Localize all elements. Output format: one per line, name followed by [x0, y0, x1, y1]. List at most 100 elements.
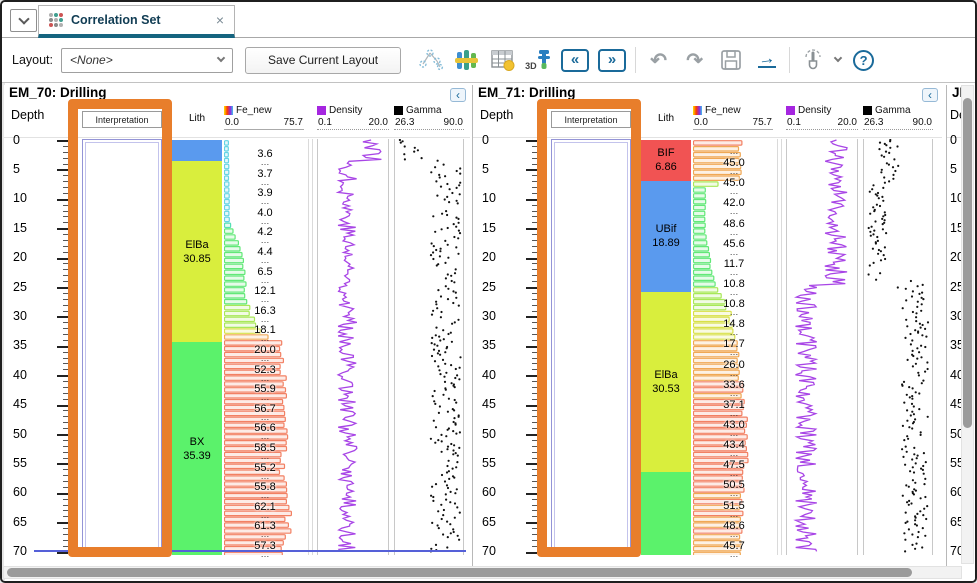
- depth-tick: [526, 522, 537, 524]
- depth-tick: [57, 405, 68, 407]
- depth-tick: [532, 263, 537, 264]
- value-separator-dots: …: [729, 189, 738, 194]
- track-separator: [308, 139, 309, 555]
- lith-interval-label: ElBa30.53: [652, 368, 680, 396]
- lith-track[interactable]: BIF6.86UBif18.89 ElBa30.53: [641, 139, 691, 555]
- depth-tick: [57, 552, 68, 554]
- pointer-mode-button[interactable]: [799, 48, 826, 73]
- lith-interval[interactable]: UBif18.89: [641, 181, 691, 292]
- redo-button[interactable]: ↷: [681, 48, 708, 73]
- depth-tick: [532, 334, 537, 335]
- question-mark-icon: ?: [853, 50, 874, 71]
- fe-new-value: 10.8…: [723, 279, 744, 295]
- interpretation-column-header[interactable]: Interpretation: [551, 111, 631, 128]
- fe-new-value: 4.2…: [257, 227, 272, 243]
- depth-tick: [532, 387, 537, 388]
- value-separator-dots: …: [260, 356, 269, 361]
- help-button[interactable]: ?: [850, 48, 877, 73]
- undo-button[interactable]: ↶: [645, 48, 672, 73]
- depth-tick: [532, 240, 537, 241]
- track-separator: [312, 139, 313, 555]
- lith-interval[interactable]: ElBa30.85: [172, 161, 222, 342]
- depth-tick: [63, 181, 68, 182]
- lith-interval[interactable]: BIF6.86: [641, 140, 691, 181]
- lith-interval[interactable]: [172, 140, 222, 161]
- save-current-layout-button[interactable]: Save Current Layout: [245, 47, 401, 74]
- depth-tick: [63, 487, 68, 488]
- tab-list-button[interactable]: [10, 9, 37, 32]
- depth-tick: [526, 463, 537, 465]
- depth-tick: [532, 352, 537, 353]
- previous-wells-button[interactable]: «: [561, 49, 589, 72]
- density-track[interactable]: [317, 139, 389, 555]
- depth-tick: [63, 505, 68, 506]
- lith-interval-label: BX35.39: [183, 435, 211, 463]
- value-separator-dots: …: [729, 209, 738, 214]
- lith-interval[interactable]: ElBa30.53: [641, 292, 691, 473]
- density-track[interactable]: [786, 139, 858, 555]
- value-separator-dots: …: [729, 451, 738, 456]
- depth-tick: [63, 369, 68, 370]
- depth-tick: [532, 358, 537, 359]
- horizontal-scrollbar[interactable]: [3, 566, 962, 579]
- depth-tick: [526, 375, 537, 377]
- vertical-scrollbar[interactable]: [961, 85, 974, 564]
- lith-column-header: Lith: [641, 113, 691, 124]
- fe-new-value: 12.1…: [254, 286, 275, 302]
- tab-correlation-set[interactable]: Correlation Set ×: [38, 5, 235, 38]
- interpretation-track[interactable]: [82, 139, 162, 555]
- gamma-legend: Gamma 26.390.0: [394, 104, 464, 130]
- collapse-panel-button[interactable]: ‹: [922, 88, 938, 102]
- fe-new-value: 3.9…: [257, 188, 272, 204]
- depth-tick: [63, 222, 68, 223]
- lith-track[interactable]: ElBa30.85 BX35.39: [172, 139, 222, 555]
- interpretation-track[interactable]: [551, 139, 631, 555]
- chevron-down-icon: [217, 54, 225, 62]
- collapse-panel-button[interactable]: ‹: [450, 88, 466, 102]
- export-button[interactable]: →: [753, 48, 780, 73]
- gamma-swatch-icon: [863, 106, 872, 115]
- tab-close-icon[interactable]: ×: [216, 13, 224, 27]
- lith-interval[interactable]: BX35.39: [172, 342, 222, 555]
- save-button[interactable]: [717, 48, 744, 73]
- depth-tick: [63, 428, 68, 429]
- value-separator-dots: …: [729, 371, 738, 376]
- value-separator-dots: …: [260, 317, 269, 322]
- depth-tick: [63, 458, 68, 459]
- depth-tick: [532, 440, 537, 441]
- depth-label: 70: [482, 545, 496, 558]
- depth-tick: [63, 281, 68, 282]
- table-view-button[interactable]: [489, 48, 516, 73]
- correlation-set-icon: [49, 13, 63, 27]
- gamma-track[interactable]: [863, 139, 933, 555]
- layout-select[interactable]: <None>: [61, 48, 233, 73]
- depth-tick: [57, 493, 68, 495]
- depth-label: 0: [13, 134, 20, 147]
- fe-new-value: 50.5…: [723, 480, 744, 496]
- correlation-view-button[interactable]: [417, 48, 444, 73]
- fe-new-value: 11.7…: [724, 259, 745, 275]
- fe-new-value: 6.5…: [257, 267, 272, 283]
- next-wells-button[interactable]: »: [598, 49, 626, 72]
- lith-interval[interactable]: [641, 472, 691, 555]
- density-legend: Density 0.120.0: [317, 104, 389, 130]
- depth-tick: [532, 381, 537, 382]
- 3d-view-button[interactable]: 3D: [525, 48, 552, 73]
- horizontal-scrollbar-thumb[interactable]: [7, 568, 912, 577]
- lith-column-header: Lith: [172, 113, 222, 124]
- well-logs-view-button[interactable]: [453, 48, 480, 73]
- depth-label: 35: [13, 339, 27, 352]
- scatter-network-icon: [418, 48, 444, 72]
- chevron-down-icon[interactable]: [834, 54, 842, 62]
- depth-tick: [57, 169, 68, 171]
- fe-new-value: 17.7…: [723, 339, 744, 355]
- depth-tick: [63, 340, 68, 341]
- value-separator-dots: …: [260, 238, 269, 243]
- depth-label: 65: [13, 516, 27, 529]
- depth-label: 25: [13, 281, 27, 294]
- gamma-track[interactable]: [394, 139, 464, 555]
- interpretation-column-header[interactable]: Interpretation: [82, 111, 162, 128]
- vertical-scrollbar-thumb[interactable]: [963, 98, 972, 428]
- depth-tick: [532, 363, 537, 364]
- value-separator-dots: …: [729, 471, 738, 476]
